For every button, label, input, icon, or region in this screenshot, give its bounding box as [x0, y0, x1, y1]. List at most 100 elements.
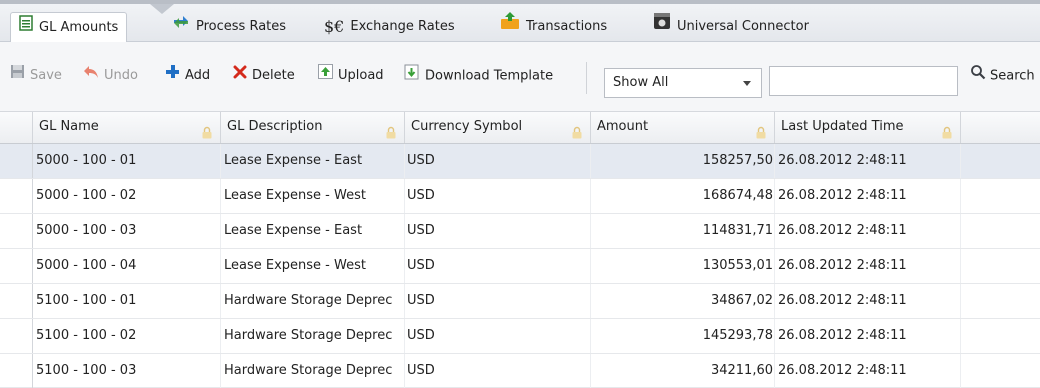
cell-filler	[961, 284, 1040, 318]
column-header-gl-description[interactable]: GL Description	[221, 112, 405, 143]
cell-amount[interactable]: 130553,01	[591, 249, 775, 283]
cell-currency-symbol[interactable]: USD	[405, 284, 591, 318]
cell-gl-description[interactable]: Lease Expense - West	[221, 179, 405, 213]
row-selector[interactable]	[0, 179, 33, 213]
cell-last-updated-time[interactable]: 26.08.2012 2:48:11	[775, 214, 961, 248]
cell-filler	[961, 319, 1040, 353]
table-row[interactable]: 5000 - 100 - 04 Lease Expense - West USD…	[0, 249, 1040, 284]
column-header-gl-name[interactable]: GL Name	[33, 112, 221, 143]
undo-button[interactable]: Undo	[83, 64, 138, 88]
upload-button[interactable]: Upload	[318, 64, 384, 88]
cell-amount[interactable]: 114831,71	[591, 214, 775, 248]
cell-gl-description[interactable]: Lease Expense - West	[221, 249, 405, 283]
cell-filler	[961, 214, 1040, 248]
cell-currency-symbol[interactable]: USD	[405, 179, 591, 213]
cell-gl-name[interactable]: 5000 - 100 - 01	[33, 144, 221, 178]
tab-gl-amounts[interactable]: GL Amounts	[10, 12, 128, 46]
cell-currency-symbol[interactable]: USD	[405, 354, 591, 388]
cell-gl-name[interactable]: 5100 - 100 - 03	[33, 354, 221, 388]
table-row[interactable]: 5000 - 100 - 03 Lease Expense - East USD…	[0, 214, 1040, 249]
upload-icon	[318, 64, 333, 88]
cell-gl-name[interactable]: 5000 - 100 - 03	[33, 214, 221, 248]
cell-gl-description[interactable]: Hardware Storage Deprec	[221, 354, 405, 388]
table-row[interactable]: 5100 - 100 - 02 Hardware Storage Deprec …	[0, 319, 1040, 354]
row-selector[interactable]	[0, 144, 33, 178]
filter-select[interactable]: Show All	[604, 68, 762, 98]
cell-gl-name[interactable]: 5100 - 100 - 02	[33, 319, 221, 353]
cell-gl-name[interactable]: 5100 - 100 - 01	[33, 284, 221, 318]
row-selector[interactable]	[0, 319, 33, 353]
cell-gl-description[interactable]: Hardware Storage Deprec	[221, 319, 405, 353]
cell-last-updated-time[interactable]: 26.08.2012 2:48:11	[775, 284, 961, 318]
delete-button[interactable]: Delete	[233, 64, 295, 88]
save-icon	[10, 64, 25, 88]
add-button[interactable]: Add	[165, 64, 210, 88]
cell-filler	[961, 249, 1040, 283]
cell-amount[interactable]: 34211,60	[591, 354, 775, 388]
cell-last-updated-time[interactable]: 26.08.2012 2:48:11	[775, 319, 961, 353]
table-row[interactable]: 5000 - 100 - 02 Lease Expense - West USD…	[0, 179, 1040, 214]
tab-strip: GL Amounts Process Rates $€ Exchange Rate…	[0, 0, 1040, 46]
undo-icon	[83, 64, 99, 88]
toolbar: Save Undo Add Delete Upload Download Tem…	[0, 42, 1040, 112]
table-row[interactable]: 5000 - 100 - 01 Lease Expense - East USD…	[0, 144, 1040, 179]
column-header-currency-symbol[interactable]: Currency Symbol	[405, 112, 591, 143]
cell-gl-name[interactable]: 5000 - 100 - 04	[33, 249, 221, 283]
cell-last-updated-time[interactable]: 26.08.2012 2:48:11	[775, 249, 961, 283]
cell-currency-symbol[interactable]: USD	[405, 214, 591, 248]
search-icon	[970, 64, 986, 89]
search-button[interactable]: Search	[970, 64, 1035, 88]
delete-x-icon	[233, 64, 247, 88]
lock-icon[interactable]	[202, 121, 212, 139]
tab-transactions[interactable]: Transactions	[492, 12, 615, 46]
chevron-down-icon	[743, 81, 751, 86]
cell-gl-description[interactable]: Lease Expense - East	[221, 214, 405, 248]
row-selector[interactable]	[0, 284, 33, 318]
cell-amount[interactable]: 158257,50	[591, 144, 775, 178]
row-selector[interactable]	[0, 354, 33, 388]
grid-header: GL Name GL Description Currency Symbol A…	[0, 112, 1040, 144]
tab-process-rates[interactable]: Process Rates	[164, 12, 294, 46]
row-selector-header	[0, 112, 33, 143]
cell-last-updated-time[interactable]: 26.08.2012 2:48:11	[775, 179, 961, 213]
lock-icon[interactable]	[572, 121, 582, 139]
table-row[interactable]: 5100 - 100 - 03 Hardware Storage Deprec …	[0, 354, 1040, 388]
transactions-icon	[500, 12, 520, 42]
download-icon	[404, 64, 420, 89]
plus-icon	[165, 64, 180, 88]
cell-currency-symbol[interactable]: USD	[405, 249, 591, 283]
save-button[interactable]: Save	[10, 64, 62, 88]
cell-filler	[961, 354, 1040, 388]
row-selector[interactable]	[0, 249, 33, 283]
cell-filler	[961, 179, 1040, 213]
toolbar-separator	[586, 62, 587, 94]
cell-last-updated-time[interactable]: 26.08.2012 2:48:11	[775, 144, 961, 178]
cell-amount[interactable]: 168674,48	[591, 179, 775, 213]
row-selector[interactable]	[0, 214, 33, 248]
tab-exchange-rates[interactable]: $€ Exchange Rates	[316, 12, 463, 46]
table-row[interactable]: 5100 - 100 - 01 Hardware Storage Deprec …	[0, 284, 1040, 319]
search-input[interactable]	[769, 66, 958, 96]
currency-icon: $€	[324, 17, 345, 36]
lock-icon[interactable]	[386, 121, 396, 139]
cell-amount[interactable]: 34867,02	[591, 284, 775, 318]
download-template-button[interactable]: Download Template	[404, 64, 553, 88]
cell-currency-symbol[interactable]: USD	[405, 319, 591, 353]
connector-icon	[653, 12, 671, 42]
cell-gl-name[interactable]: 5000 - 100 - 02	[33, 179, 221, 213]
column-header-amount[interactable]: Amount	[591, 112, 775, 143]
lock-icon[interactable]	[756, 121, 766, 139]
cell-gl-description[interactable]: Lease Expense - East	[221, 144, 405, 178]
cell-gl-description[interactable]: Hardware Storage Deprec	[221, 284, 405, 318]
list-icon	[19, 13, 33, 43]
cell-last-updated-time[interactable]: 26.08.2012 2:48:11	[775, 354, 961, 388]
filter-select-value: Show All	[613, 75, 669, 90]
cell-filler	[961, 144, 1040, 178]
column-header-last-updated-time[interactable]: Last Updated Time	[775, 112, 961, 143]
cell-currency-symbol[interactable]: USD	[405, 144, 591, 178]
cell-amount[interactable]: 145293,78	[591, 319, 775, 353]
process-arrows-icon	[172, 12, 190, 42]
column-header-filler	[961, 112, 1040, 143]
lock-icon[interactable]	[942, 121, 952, 139]
tab-universal-connector[interactable]: Universal Connector	[645, 12, 817, 46]
